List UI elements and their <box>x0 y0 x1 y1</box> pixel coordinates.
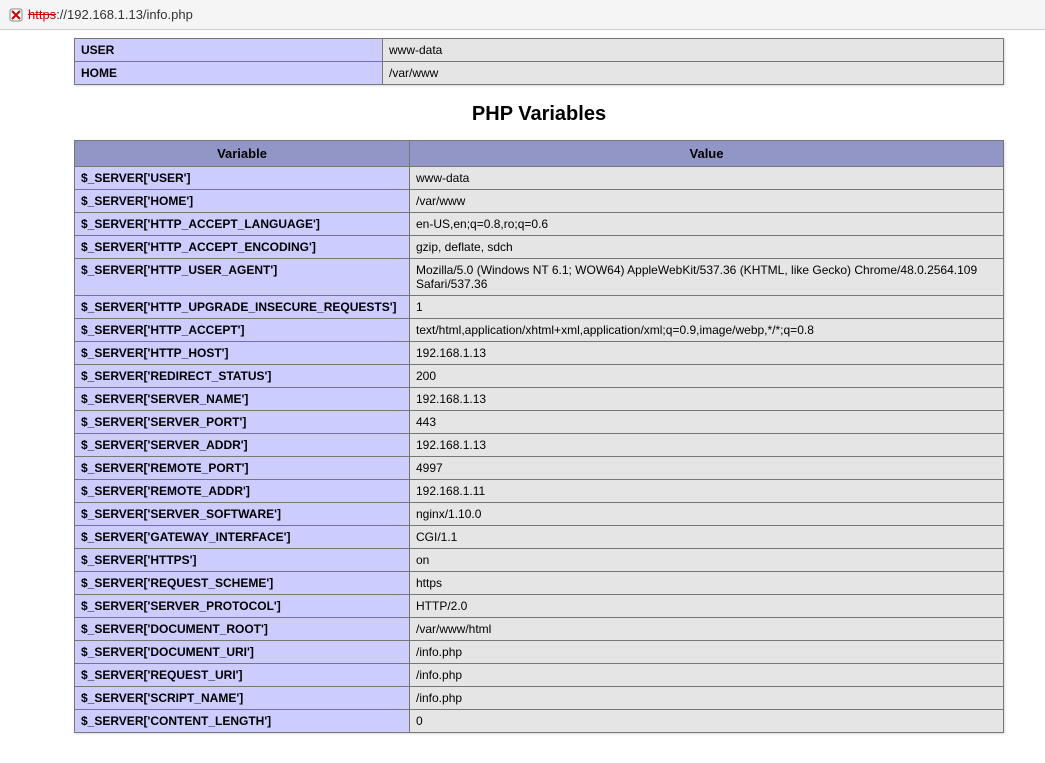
table-row: $_SERVER['HTTP_HOST']192.168.1.13 <box>75 342 1004 365</box>
table-row: $_SERVER['HOME']/var/www <box>75 190 1004 213</box>
env-key: HOME <box>75 62 383 85</box>
var-value: /info.php <box>410 664 1004 687</box>
var-value: www-data <box>410 167 1004 190</box>
var-value: 0 <box>410 710 1004 733</box>
var-key: $_SERVER['SCRIPT_NAME'] <box>75 687 410 710</box>
insecure-cert-icon[interactable] <box>8 7 24 23</box>
table-row: USERwww-data <box>75 39 1004 62</box>
var-value: /var/www/html <box>410 618 1004 641</box>
var-key: $_SERVER['SERVER_SOFTWARE'] <box>75 503 410 526</box>
table-row-highlighted: $_SERVER['SERVER_PROTOCOL']HTTP/2.0 <box>75 595 1004 618</box>
var-value: Mozilla/5.0 (Windows NT 6.1; WOW64) Appl… <box>410 259 1004 296</box>
var-value: 200 <box>410 365 1004 388</box>
var-value: 4997 <box>410 457 1004 480</box>
var-key: $_SERVER['REQUEST_SCHEME'] <box>75 572 410 595</box>
var-value: en-US,en;q=0.8,ro;q=0.6 <box>410 213 1004 236</box>
var-value: 192.168.1.11 <box>410 480 1004 503</box>
var-key: $_SERVER['USER'] <box>75 167 410 190</box>
var-key: $_SERVER['HTTP_HOST'] <box>75 342 410 365</box>
var-key: $_SERVER['HTTP_ACCEPT_LANGUAGE'] <box>75 213 410 236</box>
var-key: $_SERVER['HTTP_ACCEPT'] <box>75 319 410 342</box>
var-value: /var/www <box>410 190 1004 213</box>
table-row: $_SERVER['SERVER_NAME']192.168.1.13 <box>75 388 1004 411</box>
var-key: $_SERVER['HTTPS'] <box>75 549 410 572</box>
env-value: /var/www <box>383 62 1004 85</box>
url-rest: ://192.168.1.13/info.php <box>56 7 193 22</box>
var-value: https <box>410 572 1004 595</box>
table-row: $_SERVER['SERVER_ADDR']192.168.1.13 <box>75 434 1004 457</box>
var-key: $_SERVER['REMOTE_PORT'] <box>75 457 410 480</box>
var-value: 1 <box>410 296 1004 319</box>
section-title: PHP Variables <box>74 103 1004 126</box>
table-row: $_SERVER['REQUEST_URI']/info.php <box>75 664 1004 687</box>
var-value: nginx/1.10.0 <box>410 503 1004 526</box>
table-row: $_SERVER['SCRIPT_NAME']/info.php <box>75 687 1004 710</box>
var-value: 192.168.1.13 <box>410 434 1004 457</box>
url-scheme-strike: https <box>28 7 56 22</box>
var-key: $_SERVER['REMOTE_ADDR'] <box>75 480 410 503</box>
table-row: $_SERVER['REMOTE_PORT']4997 <box>75 457 1004 480</box>
page-content: USERwww-dataHOME/var/www PHP Variables V… <box>0 30 1045 763</box>
table-row: $_SERVER['HTTP_ACCEPT']text/html,applica… <box>75 319 1004 342</box>
var-key: $_SERVER['REQUEST_URI'] <box>75 664 410 687</box>
var-value: /info.php <box>410 687 1004 710</box>
var-key: $_SERVER['HTTP_USER_AGENT'] <box>75 259 410 296</box>
table-row: $_SERVER['CONTENT_LENGTH']0 <box>75 710 1004 733</box>
url-text[interactable]: https://192.168.1.13/info.php <box>28 7 193 22</box>
table-row: $_SERVER['HTTP_ACCEPT_ENCODING']gzip, de… <box>75 236 1004 259</box>
table-row: $_SERVER['HTTP_ACCEPT_LANGUAGE']en-US,en… <box>75 213 1004 236</box>
var-value: HTTP/2.0 <box>410 595 1004 618</box>
env-table: USERwww-dataHOME/var/www <box>74 38 1004 85</box>
var-value: text/html,application/xhtml+xml,applicat… <box>410 319 1004 342</box>
var-key: $_SERVER['DOCUMENT_URI'] <box>75 641 410 664</box>
var-value: 443 <box>410 411 1004 434</box>
table-row: $_SERVER['REDIRECT_STATUS']200 <box>75 365 1004 388</box>
var-key: $_SERVER['SERVER_PROTOCOL'] <box>75 595 410 618</box>
var-key: $_SERVER['SERVER_ADDR'] <box>75 434 410 457</box>
env-key: USER <box>75 39 383 62</box>
var-value: CGI/1.1 <box>410 526 1004 549</box>
env-value: www-data <box>383 39 1004 62</box>
table-row: $_SERVER['HTTP_USER_AGENT']Mozilla/5.0 (… <box>75 259 1004 296</box>
table-row: $_SERVER['USER']www-data <box>75 167 1004 190</box>
col-header-value: Value <box>410 141 1004 167</box>
var-value: /info.php <box>410 641 1004 664</box>
php-variables-table: Variable Value $_SERVER['USER']www-data$… <box>74 140 1004 733</box>
var-key: $_SERVER['SERVER_NAME'] <box>75 388 410 411</box>
var-key: $_SERVER['DOCUMENT_ROOT'] <box>75 618 410 641</box>
table-row: $_SERVER['HTTP_UPGRADE_INSECURE_REQUESTS… <box>75 296 1004 319</box>
var-value: gzip, deflate, sdch <box>410 236 1004 259</box>
table-row: $_SERVER['SERVER_SOFTWARE']nginx/1.10.0 <box>75 503 1004 526</box>
table-row: $_SERVER['HTTPS']on <box>75 549 1004 572</box>
table-row: $_SERVER['REQUEST_SCHEME']https <box>75 572 1004 595</box>
var-key: $_SERVER['HOME'] <box>75 190 410 213</box>
col-header-variable: Variable <box>75 141 410 167</box>
table-row: $_SERVER['SERVER_PORT']443 <box>75 411 1004 434</box>
var-value: 192.168.1.13 <box>410 388 1004 411</box>
var-value: 192.168.1.13 <box>410 342 1004 365</box>
var-key: $_SERVER['HTTP_UPGRADE_INSECURE_REQUESTS… <box>75 296 410 319</box>
var-value: on <box>410 549 1004 572</box>
table-row: $_SERVER['DOCUMENT_URI']/info.php <box>75 641 1004 664</box>
table-row: $_SERVER['DOCUMENT_ROOT']/var/www/html <box>75 618 1004 641</box>
var-key: $_SERVER['SERVER_PORT'] <box>75 411 410 434</box>
var-key: $_SERVER['CONTENT_LENGTH'] <box>75 710 410 733</box>
var-key: $_SERVER['REDIRECT_STATUS'] <box>75 365 410 388</box>
table-row: $_SERVER['REMOTE_ADDR']192.168.1.11 <box>75 480 1004 503</box>
table-row: HOME/var/www <box>75 62 1004 85</box>
var-key: $_SERVER['HTTP_ACCEPT_ENCODING'] <box>75 236 410 259</box>
url-bar[interactable]: https://192.168.1.13/info.php <box>8 7 193 23</box>
var-key: $_SERVER['GATEWAY_INTERFACE'] <box>75 526 410 549</box>
browser-address-bar[interactable]: https://192.168.1.13/info.php <box>0 0 1045 30</box>
table-row: $_SERVER['GATEWAY_INTERFACE']CGI/1.1 <box>75 526 1004 549</box>
